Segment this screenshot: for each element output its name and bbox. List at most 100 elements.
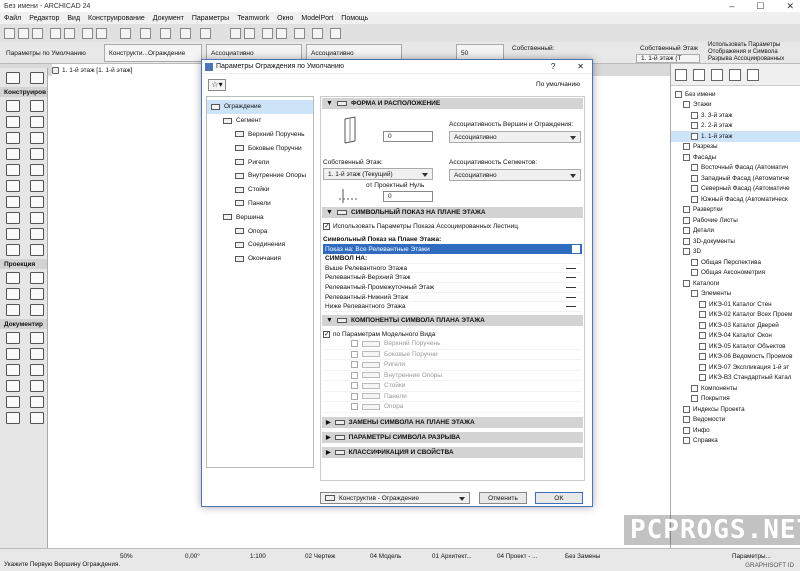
project-value[interactable]: 04 Проект - ... <box>497 553 537 560</box>
settings-tree-item[interactable]: Ограждение <box>207 100 313 114</box>
navigator-item[interactable]: ИКЭ-06 Ведомость Проемов <box>671 352 800 363</box>
shell-tool-icon[interactable] <box>30 132 44 144</box>
settings-tree-item[interactable]: Верхний Поручень <box>207 128 313 142</box>
spline-tool-icon[interactable] <box>6 396 20 408</box>
navigator-item[interactable]: ИКЭ-07 Экспликация 1-й эт <box>671 362 800 373</box>
drawing-tool-icon[interactable] <box>30 412 44 424</box>
navigator-item[interactable]: Развертки <box>671 205 800 216</box>
roof-tool-icon[interactable] <box>6 132 20 144</box>
marquee-icon[interactable] <box>96 28 107 39</box>
offset-field[interactable]: 0 <box>383 191 433 202</box>
section-components-header[interactable]: ▼ КОМПОНЕНТЫ СИМВОЛА ПЛАНА ЭТАЖА <box>322 315 583 327</box>
navigator-item[interactable]: Северный Фасад (Автоматиче <box>671 184 800 195</box>
show-on-arrow-icon[interactable] <box>572 245 580 253</box>
new-icon[interactable] <box>4 28 15 39</box>
label-tool-icon[interactable] <box>30 348 44 360</box>
dimension-tool-icon[interactable] <box>6 332 20 344</box>
project-map-icon[interactable] <box>675 68 687 81</box>
navigator-item[interactable]: Восточный Фасад (Автоматич <box>671 163 800 174</box>
beam-tool-icon[interactable] <box>6 116 20 128</box>
menu-document[interactable]: Документ <box>153 15 184 22</box>
zone-tool-icon[interactable] <box>30 196 44 208</box>
use-stairs-params-option[interactable]: Использовать Параметры Показа Ассоцииров… <box>323 221 582 231</box>
navigator-item[interactable]: 2. 2-й этаж <box>671 121 800 132</box>
guide-icon[interactable] <box>180 28 191 39</box>
menu-view[interactable]: Вид <box>67 15 80 22</box>
dialog-close-button[interactable]: ✕ <box>577 62 584 71</box>
cancel-button[interactable]: Отменить <box>479 492 527 504</box>
navigator-item[interactable]: Инфо <box>671 425 800 436</box>
morph-tool-icon[interactable] <box>30 212 44 224</box>
fill-tool-icon[interactable] <box>6 364 20 376</box>
graphisoft-id[interactable]: GRAPHISOFT ID <box>745 562 794 569</box>
navigator-item[interactable]: ИКЭ-01 Каталог Стен <box>671 299 800 310</box>
elevation-tool-icon[interactable] <box>30 272 44 284</box>
model-view-value[interactable]: 04 Модель <box>370 553 401 560</box>
settings-tree-item[interactable]: Опора <box>207 224 313 238</box>
height-field[interactable]: 0 <box>383 131 433 142</box>
navigator-menu-icon[interactable] <box>747 68 759 81</box>
level-dimension-tool-icon[interactable] <box>30 332 44 344</box>
navigator-item[interactable]: ИКЭ-02 Каталог Всех Проем <box>671 310 800 321</box>
navigator-item[interactable]: Этажи <box>671 100 800 111</box>
menu-file[interactable]: Файл <box>4 15 21 22</box>
menu-modelport[interactable]: ModelPort <box>301 15 333 22</box>
favorites-star-icon[interactable]: ☆▾ <box>208 79 226 91</box>
segment-assoc-select[interactable]: Ассоциативно <box>449 169 581 181</box>
show-on-select[interactable]: Показ на: Все Релевантные Этажи <box>323 244 582 254</box>
own-floor-select[interactable]: 1. 1-й этаж (Текущий) <box>323 168 433 180</box>
overrides-value[interactable]: Без Замены <box>565 553 600 560</box>
collapsed-section-header[interactable]: ▶ ПАРАМЕТРЫ СИМВОЛА РАЗРЫВА <box>322 431 583 443</box>
settings-tree-item[interactable]: Внутренние Опоры <box>207 169 313 183</box>
ok-button[interactable]: OK <box>535 492 583 504</box>
railing-tool-icon[interactable] <box>30 148 44 160</box>
settings-tree-item[interactable]: Соединения <box>207 238 313 252</box>
symbol-on-row[interactable]: Ниже Релевантного Этажа <box>323 302 582 313</box>
line-tool-icon[interactable] <box>30 364 44 376</box>
worksheet-tool-icon[interactable] <box>30 288 44 300</box>
window-tool-icon[interactable] <box>6 180 20 192</box>
navigator-item[interactable]: Без имени <box>671 89 800 100</box>
open-icon[interactable] <box>18 28 29 39</box>
curtain-wall-tool-icon[interactable] <box>6 164 20 176</box>
vertex-assoc-select[interactable]: Ассоциативно <box>449 131 581 143</box>
figure-tool-icon[interactable] <box>6 412 20 424</box>
skylight-tool-icon[interactable] <box>30 180 44 192</box>
navigator-item[interactable]: Каталоги <box>671 278 800 289</box>
marquee-tool-icon[interactable] <box>30 72 44 84</box>
render-icon[interactable] <box>312 28 323 39</box>
help-button[interactable]: ? <box>551 62 555 71</box>
collapsed-section-header[interactable]: ▶ ЗАМЕНЫ СИМВОЛА НА ПЛАНЕ ЭТАЖА <box>322 416 583 428</box>
view-3d-icon[interactable] <box>244 28 255 39</box>
mesh-tool-icon[interactable] <box>6 212 20 224</box>
opening-tool-icon[interactable] <box>30 228 44 240</box>
menu-options[interactable]: Параметры <box>192 15 229 22</box>
pointer-icon[interactable] <box>82 28 93 39</box>
section-icon[interactable] <box>262 28 273 39</box>
symbol-on-row[interactable]: Выше Релевантного Этажа <box>323 264 582 274</box>
interior-elevation-tool-icon[interactable] <box>6 288 20 300</box>
close-window-button[interactable]: ✕ <box>786 1 794 12</box>
navigator-item[interactable]: Южный Фасад (Автоматическ <box>671 194 800 205</box>
use-stairs-params-checkbox[interactable] <box>323 222 330 230</box>
zoom-value[interactable]: 50% <box>120 553 133 560</box>
undo-icon[interactable] <box>50 28 61 39</box>
navigator-item[interactable]: Индексы Проекта <box>671 404 800 415</box>
wall-end-tool-icon[interactable] <box>30 244 44 256</box>
collapsed-section-header[interactable]: ▶ КЛАССИФИКАЦИЯ И СВОЙСТВА <box>322 446 583 458</box>
save-icon[interactable] <box>32 28 43 39</box>
navigator-item[interactable]: Детали <box>671 226 800 237</box>
menu-help[interactable]: Помощь <box>341 15 368 22</box>
view-tab[interactable]: 1. 1-й этаж [1. 1-й этаж] <box>52 64 202 76</box>
arrow-tool-icon[interactable] <box>6 72 20 84</box>
settings-tree-item[interactable]: Ригели <box>207 155 313 169</box>
navigator-item[interactable]: ИКЭ-05 Каталог Объектов <box>671 341 800 352</box>
infobox-floor-select[interactable]: 1. 1-й этаж (Т <box>636 54 700 63</box>
navigator-item[interactable]: Разрезы <box>671 142 800 153</box>
angle-value[interactable]: 0,00° <box>185 553 200 560</box>
arch-value[interactable]: 01 Архитект... <box>432 553 472 560</box>
navigator-item[interactable]: Элементы <box>671 289 800 300</box>
infobox-assoc-option[interactable]: Использовать Параметры Отображения и Сим… <box>704 40 798 64</box>
geometry-method-icon[interactable] <box>140 28 151 39</box>
settings-tree-item[interactable]: Сегмент <box>207 114 313 128</box>
